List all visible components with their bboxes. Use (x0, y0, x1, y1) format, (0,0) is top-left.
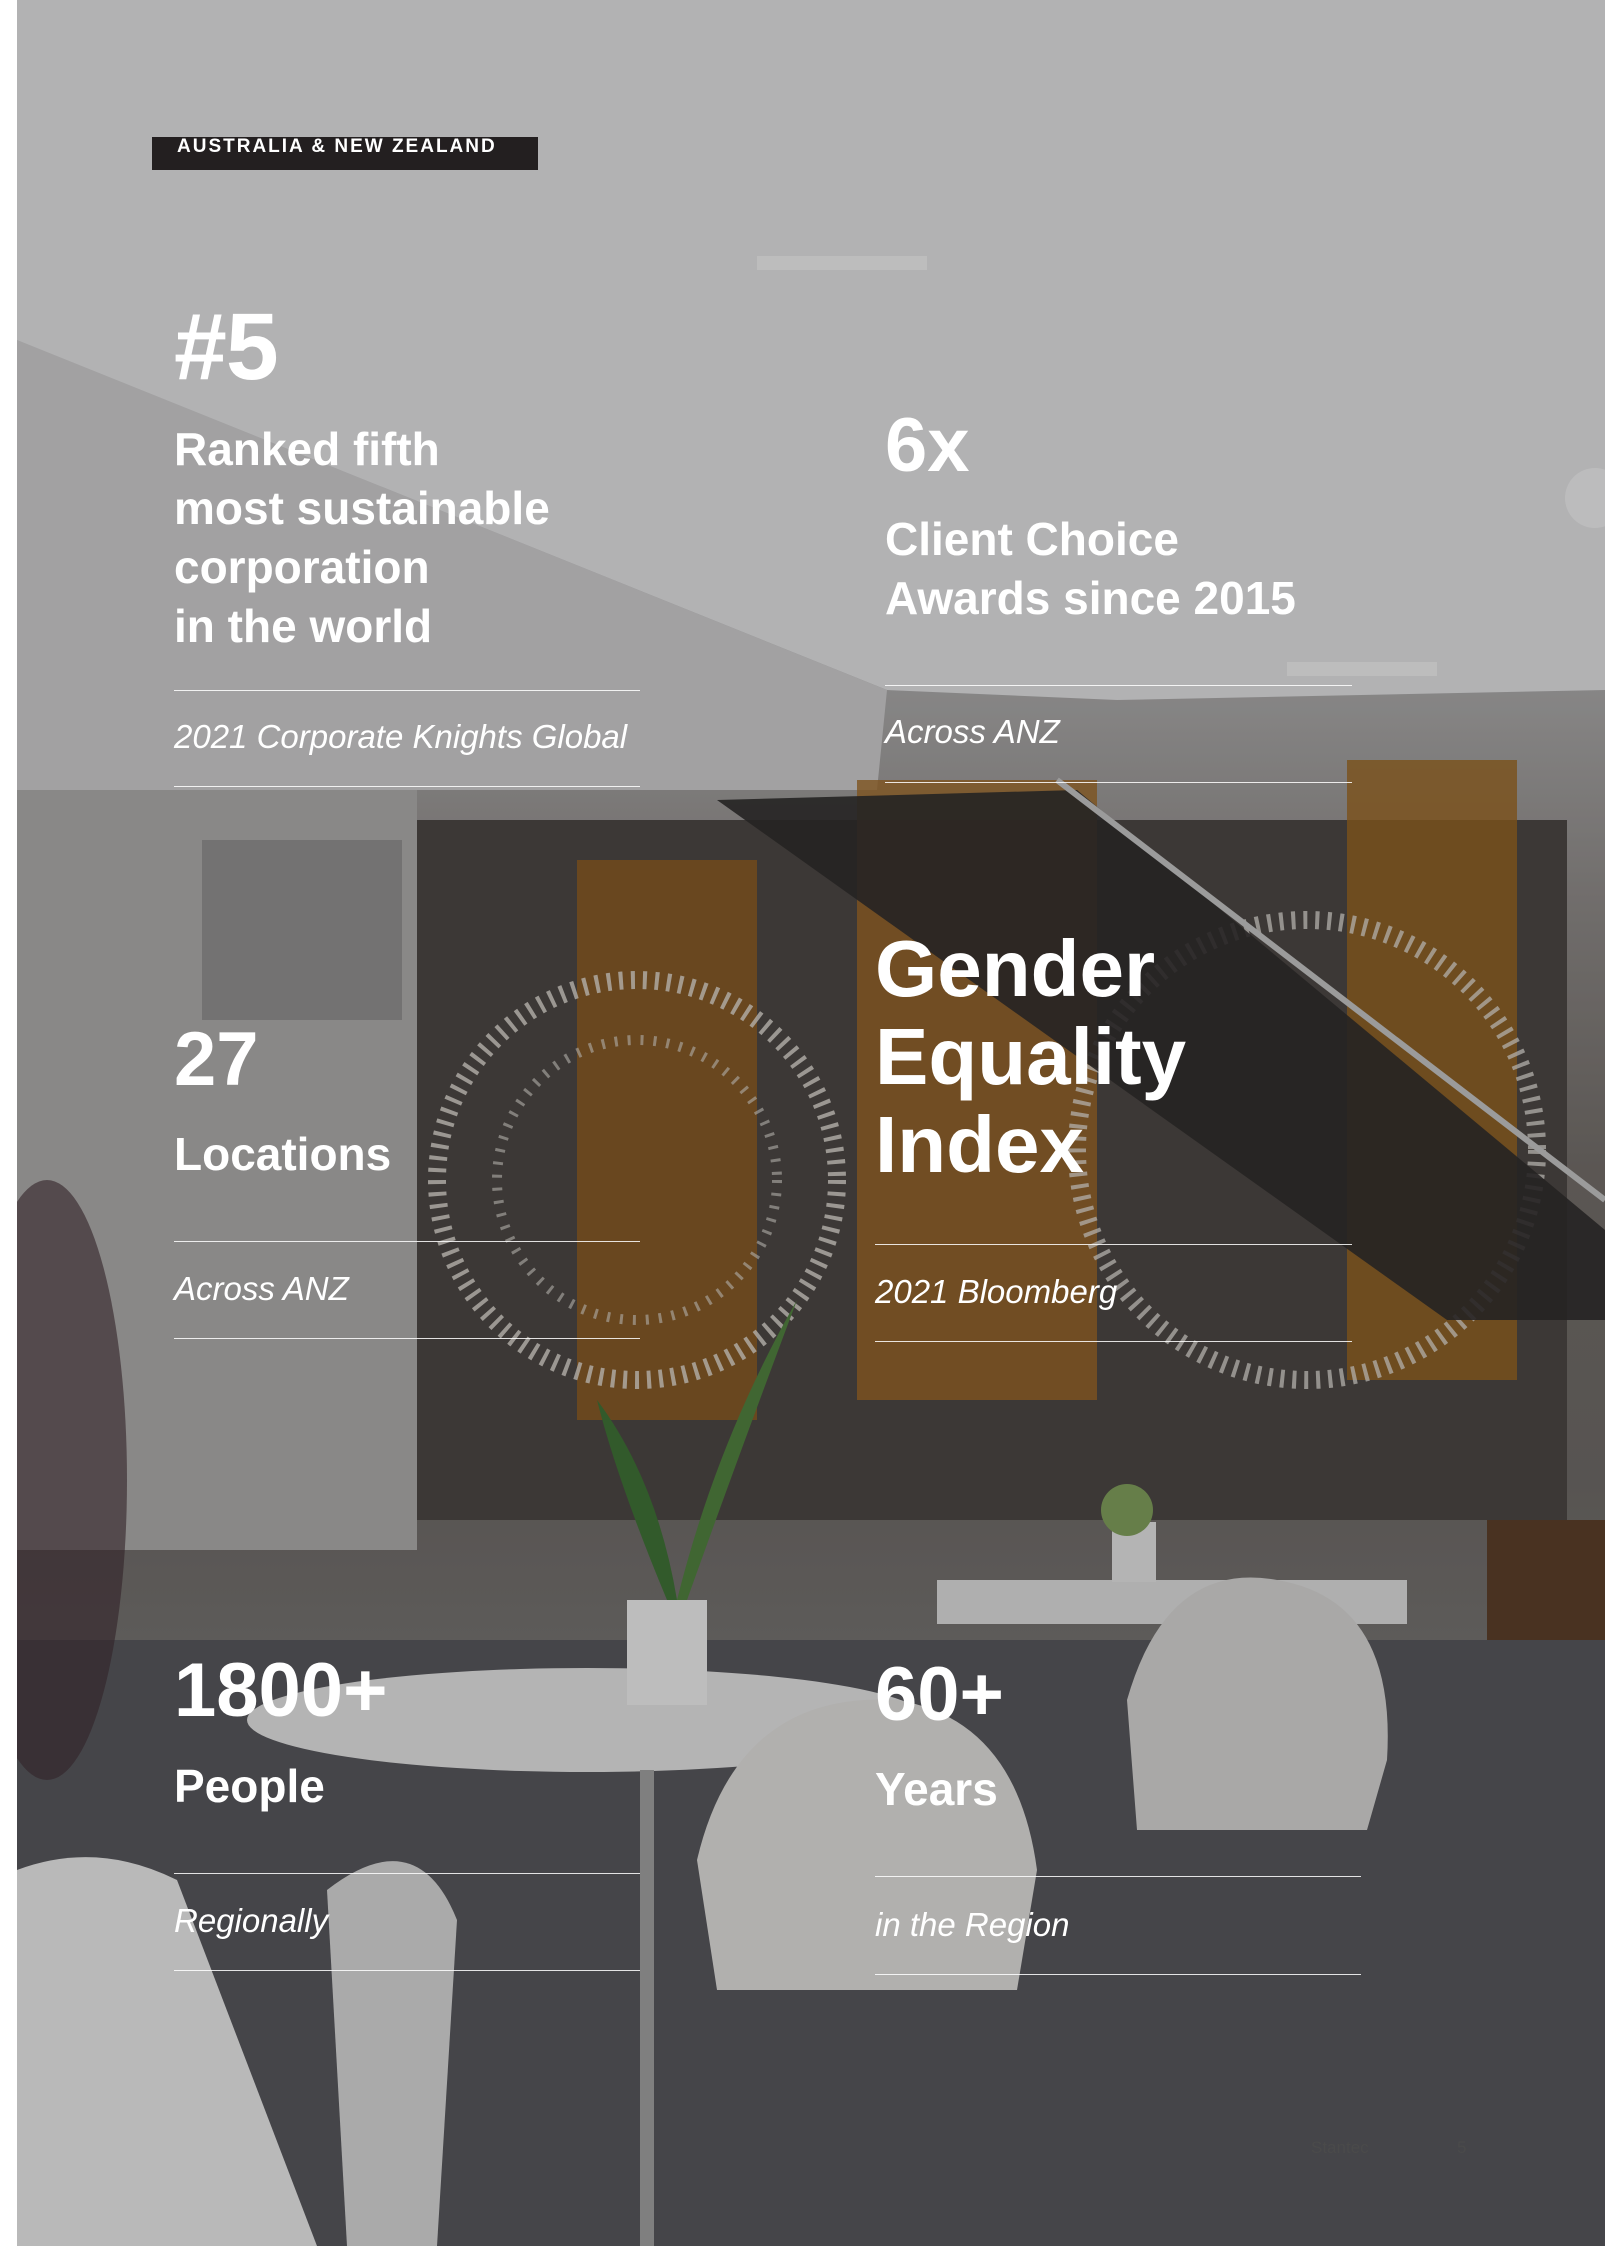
divider (174, 1338, 640, 1339)
footer-company: Stantec (1311, 2138, 1369, 2157)
divider (174, 690, 640, 691)
stat-rank-value: #5 (174, 294, 279, 400)
stat-rank-label: Ranked fifth most sustainable corporatio… (174, 423, 550, 652)
stat-locations-label: Locations (174, 1128, 392, 1180)
divider (885, 685, 1352, 686)
stat-awards-source: Across ANZ (885, 713, 1060, 750)
stat-people-label: People (174, 1760, 325, 1812)
divider (174, 1873, 640, 1874)
divider (885, 782, 1352, 783)
divider (875, 1244, 1352, 1245)
divider (174, 786, 640, 787)
divider (875, 1974, 1361, 1975)
stat-awards-value: 6x (885, 403, 970, 488)
stat-people-value: 1800+ (174, 1648, 388, 1733)
divider (875, 1341, 1352, 1342)
stat-years-source: in the Region (875, 1906, 1070, 1943)
divider (174, 1970, 640, 1971)
stat-gender-label: Gender Equality Index (875, 924, 1187, 1189)
stat-people-source: Regionally (174, 1902, 329, 1939)
stat-awards-label: Client Choice Awards since 2015 (885, 513, 1296, 624)
divider (875, 1876, 1361, 1877)
region-tag: AUSTRALIA & NEW ZEALAND (152, 137, 538, 170)
stat-years-value: 60+ (875, 1652, 1004, 1737)
stat-gender-source: 2021 Bloomberg (875, 1273, 1118, 1310)
stat-locations-value: 27 (174, 1017, 259, 1102)
stat-years-label: Years (875, 1763, 998, 1815)
stat-locations-source: Across ANZ (174, 1270, 349, 1307)
stat-rank-source: 2021 Corporate Knights Global (174, 718, 628, 755)
divider (174, 1241, 640, 1242)
page: AUSTRALIA & NEW ZEALAND #5 Ranked fifth … (17, 0, 1605, 2246)
footer-page-number: 5 (1457, 2138, 1467, 2157)
